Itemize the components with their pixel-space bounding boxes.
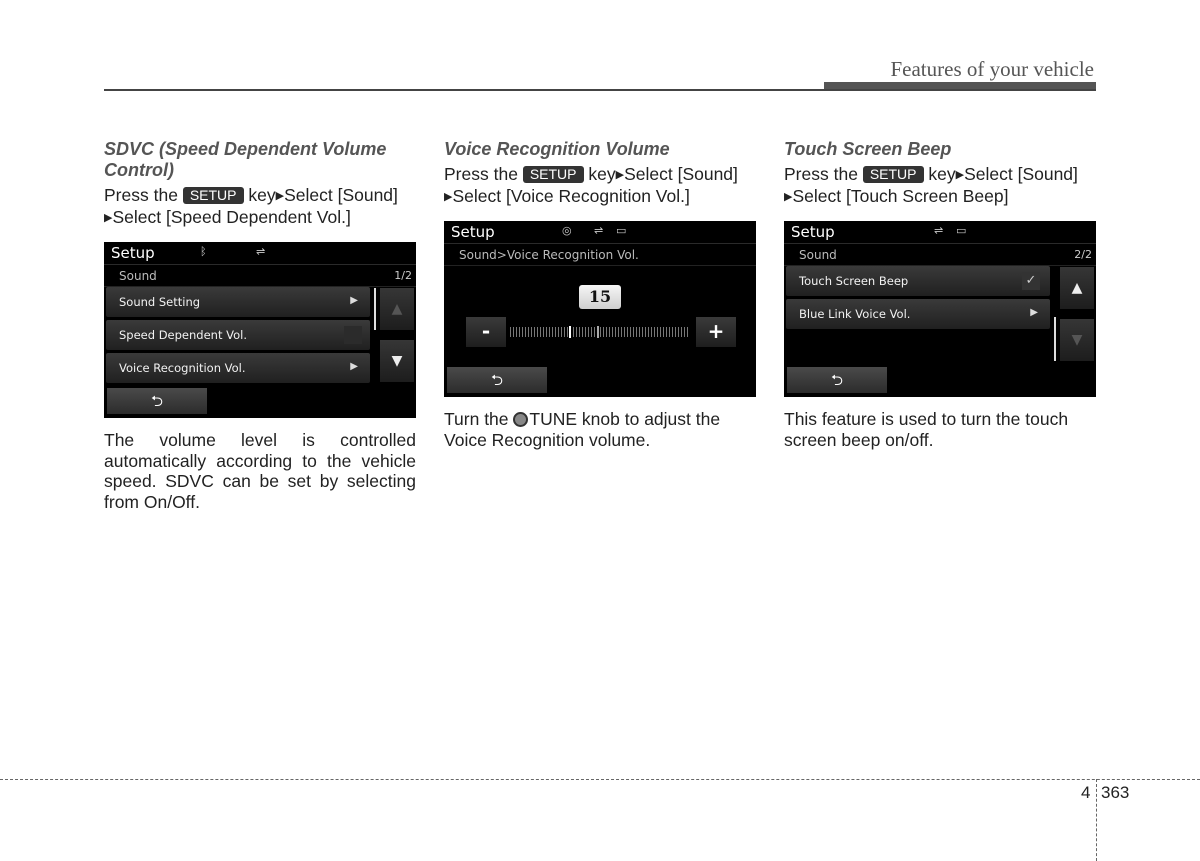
footer-divider (0, 779, 1200, 780)
arrow-up-icon: ▲ (391, 301, 403, 317)
instruction-step: Select [Touch Screen Beep] (792, 186, 1009, 206)
volume-plus-button[interactable]: + (696, 317, 736, 347)
voice-volume-screen: Setup ◎ ⇌ ▭ Sound>Voice Recognition Vol.… (444, 221, 756, 397)
setup-key-badge: SETUP (522, 166, 584, 183)
step-arrow-icon: ▶ (615, 169, 625, 181)
usb-icon: ⇌ (594, 224, 604, 237)
tune-knob-icon (513, 412, 529, 427)
chapter-number: 4 (1081, 783, 1091, 802)
instruction-step: Select [Sound] (284, 185, 398, 205)
screen-title: Setup (111, 244, 155, 262)
description: The volume level is controlled automatic… (104, 430, 416, 512)
usb-icon: ⇌ (934, 224, 944, 237)
instruction: Press the SETUP key▶Select [Sound] ▶Sele… (784, 164, 1096, 208)
instruction-text: key (928, 164, 956, 184)
divider (444, 265, 756, 266)
instruction-step: Select [Speed Dependent Vol.] (112, 207, 351, 227)
instruction: Press the SETUP key▶Select [Sound] ▶Sele… (104, 185, 416, 229)
arrow-down-icon: ▼ (391, 353, 403, 369)
description: Turn the TUNE knob to adjust the Voice R… (444, 409, 756, 450)
instruction-text: Press the (104, 185, 178, 205)
divider (444, 243, 756, 244)
scroll-down-button[interactable]: ▼ (380, 340, 414, 382)
menu-item-voice-recognition-vol[interactable]: Voice Recognition Vol. ▶ (106, 353, 370, 383)
footer-vertical-divider (1096, 779, 1097, 861)
page-indicator: 1/2 (394, 269, 412, 282)
disc-icon: ◎ (562, 224, 572, 237)
battery-icon: ▭ (616, 224, 627, 237)
menu-item-sound-setting[interactable]: Sound Setting ▶ (106, 287, 370, 317)
setup-key-badge: SETUP (182, 187, 244, 204)
page-number: 363 (1101, 783, 1130, 802)
setup-key-badge: SETUP (862, 166, 924, 183)
header-title: Features of your vehicle (890, 57, 1094, 81)
section-sdvc: SDVC (Speed Dependent Volume Control) Pr… (104, 139, 416, 512)
page-indicator: 2/2 (1074, 248, 1092, 261)
description: This feature is used to turn the touch s… (784, 409, 1069, 450)
scroll-up-button[interactable]: ▲ (380, 288, 414, 330)
instruction-text: Press the (784, 164, 858, 184)
instruction-text: key (588, 164, 616, 184)
instruction-step: Select [Voice Recognition Vol.] (452, 186, 690, 206)
scrollbar[interactable] (1054, 317, 1056, 361)
screen-subtitle: Sound (119, 269, 157, 283)
scrollbar[interactable] (374, 288, 376, 330)
divider (784, 243, 1096, 244)
back-icon: ⮌ (490, 371, 503, 389)
screen-title: Setup (791, 223, 835, 241)
knob-label: TUNE (529, 409, 578, 429)
volume-value: 15 (579, 285, 621, 309)
menu-item-label: Blue Link Voice Vol. (799, 307, 911, 321)
screen-subtitle: Sound (799, 248, 837, 262)
section-title: Voice Recognition Volume (444, 139, 670, 159)
menu-item-label: Touch Screen Beep (799, 274, 909, 288)
menu-item-label: Voice Recognition Vol. (119, 361, 246, 375)
menu-item-label: Speed Dependent Vol. (119, 328, 247, 342)
chevron-right-icon: ▶ (350, 295, 358, 306)
header-rule (104, 89, 1096, 91)
slider-thumb[interactable] (569, 326, 571, 338)
back-icon: ⮌ (150, 392, 163, 410)
bluetooth-icon: ᛒ (200, 245, 207, 258)
checkbox-unchecked[interactable] (344, 326, 362, 344)
divider (104, 264, 416, 265)
scroll-up-button[interactable]: ▲ (1060, 267, 1094, 309)
chevron-right-icon: ▶ (350, 361, 358, 372)
section-title: Touch Screen Beep (784, 139, 952, 159)
instruction-step: Select [Sound] (624, 164, 738, 184)
screen-subtitle: Sound>Voice Recognition Vol. (459, 248, 639, 262)
setup-screen: Setup ᛒ ⇌ Sound 1/2 Sound Setting ▶ Spee… (104, 242, 416, 418)
scroll-down-button[interactable]: ▼ (1060, 319, 1094, 361)
step-arrow-icon: ▶ (275, 190, 285, 202)
battery-icon: ▭ (956, 224, 967, 237)
slider-center-mark (597, 326, 599, 338)
section-voice-recognition-volume: Voice Recognition Volume Press the SETUP… (444, 139, 756, 450)
menu-item-speed-dependent-vol[interactable]: Speed Dependent Vol. (106, 320, 370, 350)
menu-item-blue-link-voice-vol[interactable]: Blue Link Voice Vol. ▶ (786, 299, 1050, 329)
chevron-right-icon: ▶ (1030, 307, 1038, 318)
section-title: SDVC (Speed Dependent Volume Control) (104, 139, 387, 180)
usb-icon: ⇌ (256, 245, 266, 258)
section-touch-screen-beep: Touch Screen Beep Press the SETUP key▶Se… (784, 139, 1096, 450)
volume-slider[interactable] (510, 326, 690, 338)
back-button[interactable]: ⮌ (787, 367, 887, 393)
instruction-text: key (248, 185, 276, 205)
menu-item-touch-screen-beep[interactable]: Touch Screen Beep ✓ (786, 266, 1050, 296)
back-button[interactable]: ⮌ (107, 388, 207, 414)
instruction: Press the SETUP key▶Select [Sound] ▶Sele… (444, 164, 756, 208)
check-icon: ✓ (1025, 273, 1037, 288)
description-text: Turn the (444, 409, 509, 429)
arrow-down-icon: ▼ (1071, 332, 1083, 348)
instruction-text: Press the (444, 164, 518, 184)
screen-title: Setup (451, 223, 495, 241)
volume-minus-button[interactable]: - (466, 317, 506, 347)
step-arrow-icon: ▶ (955, 169, 965, 181)
back-button[interactable]: ⮌ (447, 367, 547, 393)
menu-item-label: Sound Setting (119, 295, 201, 309)
setup-screen: Setup ⇌ ▭ Sound 2/2 Touch Screen Beep ✓ … (784, 221, 1096, 397)
arrow-up-icon: ▲ (1071, 280, 1083, 296)
back-icon: ⮌ (830, 371, 843, 389)
checkbox-checked[interactable]: ✓ (1022, 272, 1040, 290)
instruction-step: Select [Sound] (964, 164, 1078, 184)
